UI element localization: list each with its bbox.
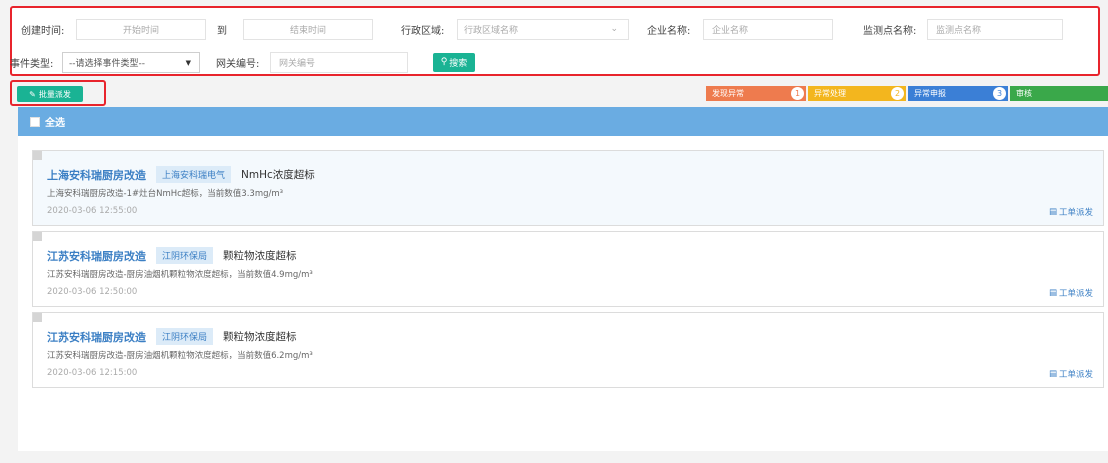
step-label: 异常申报 xyxy=(914,89,946,98)
step-handle[interactable]: 异常处理 2 xyxy=(808,86,906,101)
event-type-select[interactable]: --请选择事件类型-- ▼ xyxy=(62,51,200,73)
event-description: 江苏安科瑞厨房改造-厨房油烟机颗粒物浓度超标，当前数值4.9mg/m³ xyxy=(47,270,313,280)
dispatch-label: 工单派发 xyxy=(1058,370,1093,380)
event-description: 江苏安科瑞厨房改造-厨房油烟机颗粒物浓度超标，当前数值6.2mg/m³ xyxy=(47,351,313,361)
event-card: 上海安科瑞厨房改造 上海安科瑞电气 NmHc浓度超标 上海安科瑞厨房改造-1#灶… xyxy=(32,150,1104,226)
event-header: 上海安科瑞厨房改造 上海安科瑞电气 NmHc浓度超标 xyxy=(47,166,315,183)
batch-dispatch-highlight: ✎ 批量派发 xyxy=(10,80,106,106)
gateway-input[interactable]: 网关编号 xyxy=(270,51,408,73)
work-order-dispatch-link[interactable]: ▤ 工单派发 xyxy=(1049,368,1093,380)
event-card: 江苏安科瑞厨房改造 江阴环保局 颗粒物浓度超标 江苏安科瑞厨房改造-厨房油烟机颗… xyxy=(32,312,1104,388)
step-discover[interactable]: 发现异常 1 xyxy=(706,86,806,101)
company-input[interactable]: 企业名称 xyxy=(703,18,833,40)
event-owner-tag: 江阴环保局 xyxy=(156,328,214,345)
station-input[interactable]: 监测点名称 xyxy=(927,18,1063,40)
chevron-down-icon: ⌄ xyxy=(610,23,618,34)
event-time: 2020-03-06 12:15:00 xyxy=(47,368,138,378)
bottom-gutter xyxy=(0,451,1108,463)
company-label: 企业名称: xyxy=(647,25,691,37)
event-time: 2020-03-06 12:50:00 xyxy=(47,287,138,297)
region-label: 行政区域: xyxy=(401,25,445,37)
event-time: 2020-03-06 12:55:00 xyxy=(47,206,138,216)
step-label: 发现异常 xyxy=(712,89,744,98)
event-company[interactable]: 江苏安科瑞厨房改造 xyxy=(47,329,146,345)
select-all-label: 全选 xyxy=(45,118,65,129)
filter-row-1: 创建时间: 开始时间 到 结束时间 行政区域: 行政区域名称 ⌄ 企业名称: 企… xyxy=(12,17,1063,41)
dispatch-label: 工单派发 xyxy=(1058,289,1093,299)
work-order-dispatch-link[interactable]: ▤ 工单派发 xyxy=(1049,206,1093,218)
event-type-value: --请选择事件类型-- xyxy=(69,58,145,69)
dispatch-icon: ▤ xyxy=(1048,369,1057,379)
process-steps: 发现异常 1 异常处理 2 异常申报 3 审核 xyxy=(706,86,1108,101)
created-time-label: 创建时间: xyxy=(21,25,65,37)
select-all-bar: 全选 xyxy=(18,107,1108,136)
event-type: NmHc浓度超标 xyxy=(241,169,315,181)
start-time-input[interactable]: 开始时间 xyxy=(76,18,206,40)
event-card: 江苏安科瑞厨房改造 江阴环保局 颗粒物浓度超标 江苏安科瑞厨房改造-厨房油烟机颗… xyxy=(32,231,1104,307)
event-owner-tag: 江阴环保局 xyxy=(156,247,214,264)
event-type-label: 事件类型: xyxy=(10,58,54,70)
event-header: 江苏安科瑞厨房改造 江阴环保局 颗粒物浓度超标 xyxy=(47,328,297,345)
gateway-label: 网关编号: xyxy=(216,58,260,70)
search-icon: ⚲ xyxy=(440,57,448,67)
dispatch-icon: ▤ xyxy=(1048,207,1057,217)
search-button-label: 搜索 xyxy=(449,58,468,69)
event-description: 上海安科瑞厨房改造-1#灶台NmHc超标，当前数值3.3mg/m³ xyxy=(47,189,284,199)
select-all-checkbox[interactable] xyxy=(30,116,40,127)
dispatch-label: 工单派发 xyxy=(1058,208,1093,218)
pencil-icon: ✎ xyxy=(29,89,36,99)
batch-dispatch-label: 批量派发 xyxy=(38,89,71,99)
step-label: 异常处理 xyxy=(814,89,846,98)
event-checkbox[interactable] xyxy=(33,151,42,160)
step-number: 3 xyxy=(993,87,1006,100)
event-checkbox[interactable] xyxy=(33,313,42,322)
step-report[interactable]: 异常申报 3 xyxy=(908,86,1008,101)
region-select[interactable]: 行政区域名称 ⌄ xyxy=(457,18,629,40)
event-type: 颗粒物浓度超标 xyxy=(223,331,297,343)
event-company[interactable]: 上海安科瑞厨房改造 xyxy=(47,167,146,183)
filter-row-2: 事件类型: --请选择事件类型-- ▼ 网关编号: 网关编号 ⚲ 搜索 xyxy=(10,50,475,74)
filter-panel: 创建时间: 开始时间 到 结束时间 行政区域: 行政区域名称 ⌄ 企业名称: 企… xyxy=(10,6,1100,76)
event-company[interactable]: 江苏安科瑞厨房改造 xyxy=(47,248,146,264)
to-label: 到 xyxy=(217,25,227,37)
event-checkbox[interactable] xyxy=(33,232,42,241)
step-review[interactable]: 审核 xyxy=(1010,86,1108,101)
dispatch-icon: ▤ xyxy=(1048,288,1057,298)
step-number: 2 xyxy=(891,87,904,100)
search-button[interactable]: ⚲ 搜索 xyxy=(433,52,475,72)
station-label: 监测点名称: xyxy=(863,25,917,37)
event-owner-tag: 上海安科瑞电气 xyxy=(156,166,232,183)
work-order-dispatch-link[interactable]: ▤ 工单派发 xyxy=(1049,287,1093,299)
step-label: 审核 xyxy=(1016,89,1032,98)
batch-dispatch-button[interactable]: ✎ 批量派发 xyxy=(17,86,83,102)
end-time-input[interactable]: 结束时间 xyxy=(243,18,373,40)
page: 创建时间: 开始时间 到 结束时间 行政区域: 行政区域名称 ⌄ 企业名称: 企… xyxy=(0,0,1108,463)
caret-down-icon: ▼ xyxy=(185,58,191,67)
event-type: 颗粒物浓度超标 xyxy=(223,250,297,262)
event-header: 江苏安科瑞厨房改造 江阴环保局 颗粒物浓度超标 xyxy=(47,247,297,264)
event-list: 上海安科瑞厨房改造 上海安科瑞电气 NmHc浓度超标 上海安科瑞厨房改造-1#灶… xyxy=(18,136,1108,451)
region-select-placeholder: 行政区域名称 xyxy=(464,25,519,36)
step-number: 1 xyxy=(791,87,804,100)
